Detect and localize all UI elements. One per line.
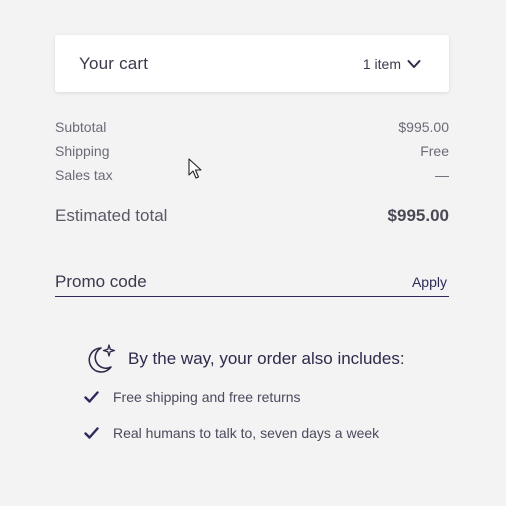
promo-code-input[interactable] bbox=[55, 272, 315, 292]
order-includes: By the way, your order also includes: Fr… bbox=[55, 343, 449, 441]
sales-tax-value: — bbox=[435, 167, 449, 183]
feature-text: Real humans to talk to, seven days a wee… bbox=[113, 425, 380, 441]
feature-text: Free shipping and free returns bbox=[113, 389, 301, 405]
subtotal-value: $995.00 bbox=[398, 119, 449, 135]
estimated-total-row: Estimated total $995.00 bbox=[55, 206, 449, 226]
moon-sparkle-icon bbox=[88, 344, 116, 373]
feature-item: Free shipping and free returns bbox=[84, 389, 449, 405]
summary-row-sales-tax: Sales tax — bbox=[55, 166, 449, 190]
shipping-label: Shipping bbox=[55, 143, 110, 159]
summary-row-shipping: Shipping Free bbox=[55, 142, 449, 166]
promo-code-form: Apply bbox=[55, 272, 449, 297]
cart-header[interactable]: Your cart 1 item bbox=[55, 35, 449, 92]
estimated-total-label: Estimated total bbox=[55, 206, 168, 225]
includes-heading-row: By the way, your order also includes: bbox=[84, 343, 449, 375]
checkmark-icon bbox=[84, 391, 99, 403]
estimated-total-value: $995.00 bbox=[387, 206, 449, 225]
feature-item: Real humans to talk to, seven days a wee… bbox=[84, 425, 449, 441]
chevron-down-icon bbox=[407, 59, 421, 68]
cart-count-label: 1 item bbox=[362, 55, 401, 72]
cart-count-toggle[interactable]: 1 item bbox=[363, 56, 421, 72]
shipping-value: Free bbox=[420, 143, 449, 159]
apply-promo-button[interactable]: Apply bbox=[412, 274, 449, 292]
subtotal-label: Subtotal bbox=[55, 119, 107, 135]
includes-heading: By the way, your order also includes: bbox=[128, 349, 405, 368]
mouse-pointer-icon bbox=[188, 158, 202, 179]
order-summary: Subtotal $995.00 Shipping Free Sales tax… bbox=[55, 118, 449, 226]
checkmark-icon bbox=[84, 427, 99, 439]
cart-title: Your cart bbox=[79, 53, 149, 73]
checkout-summary: Your cart 1 item Subtotal $995.00 Shippi… bbox=[55, 35, 449, 441]
sales-tax-label: Sales tax bbox=[55, 167, 113, 183]
summary-row-subtotal: Subtotal $995.00 bbox=[55, 118, 449, 142]
